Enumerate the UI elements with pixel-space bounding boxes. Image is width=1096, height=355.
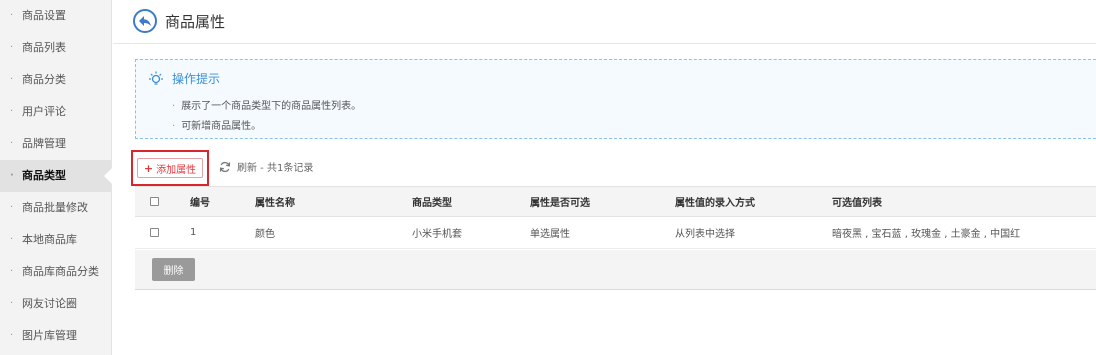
- bullet-icon: ·: [10, 138, 14, 149]
- page-title: 商品属性: [165, 13, 226, 31]
- bullet-icon: ·: [10, 234, 14, 245]
- active-indicator: [104, 168, 112, 184]
- sidebar-item-label: 商品列表: [22, 41, 66, 54]
- bullet-icon: ·: [10, 266, 14, 277]
- sidebar-item-product-type[interactable]: · 商品类型: [0, 160, 112, 192]
- table-header: 编号 属性名称 商品类型 属性是否可选 属性值的录入方式 可选值列表: [135, 186, 1096, 217]
- row-checkbox[interactable]: [150, 228, 159, 237]
- sidebar-item-product-list[interactable]: · 商品列表: [0, 32, 111, 64]
- sidebar-item-brand-management[interactable]: · 品牌管理: [0, 128, 111, 160]
- sidebar-item-label: 商品批量修改: [22, 201, 88, 214]
- sidebar-item-label: 商品库商品分类: [22, 265, 99, 278]
- highlight-box: + 添加属性: [131, 150, 209, 186]
- delete-button[interactable]: 删除: [152, 258, 195, 281]
- table-footer: 删除: [135, 250, 1096, 290]
- sidebar-item-label: 品牌管理: [22, 137, 66, 150]
- bullet-icon: ·: [10, 42, 14, 53]
- column-header: 商品类型: [412, 198, 452, 209]
- sidebar-item-label: 商品分类: [22, 73, 66, 86]
- tips-line: · 可新增商品属性。: [172, 121, 262, 132]
- column-header: 可选值列表: [832, 198, 882, 209]
- table-row[interactable]: 1 颜色 小米手机套 单选属性 从列表中选择 暗夜黑 , 宝石蓝 , 玫瑰金 ,…: [135, 217, 1096, 249]
- select-all-cell: [150, 187, 159, 216]
- bullet-icon: ·: [10, 106, 14, 117]
- bullet-icon: ·: [10, 298, 14, 309]
- plus-icon: +: [143, 161, 154, 175]
- tips-line-text: 展示了一个商品类型下的商品属性列表。: [181, 101, 362, 112]
- sidebar-item-product-settings[interactable]: · 商品设置: [0, 0, 111, 32]
- row-select-cell: [150, 217, 159, 248]
- column-header: 编号: [190, 198, 210, 209]
- sidebar-item-label: 本地商品库: [22, 233, 77, 246]
- page-header: 商品属性: [113, 0, 1096, 44]
- sidebar-item-user-reviews[interactable]: · 用户评论: [0, 96, 111, 128]
- cell-selectable: 单选属性: [530, 229, 570, 240]
- attributes-table: 编号 属性名称 商品类型 属性是否可选 属性值的录入方式 可选值列表 1 颜色 …: [135, 186, 1096, 249]
- toolbar: + 添加属性 刷新 - 共1条记录: [131, 150, 1096, 186]
- cell-values: 暗夜黑 , 宝石蓝 , 玫瑰金 , 土豪金 , 中国红: [832, 229, 1021, 240]
- sidebar-item-label: 图片库管理: [22, 329, 77, 342]
- refresh-button[interactable]: 刷新 - 共1条记录: [219, 159, 313, 174]
- sidebar-item-label: 商品类型: [22, 169, 66, 182]
- cell-input-method: 从列表中选择: [675, 229, 735, 240]
- refresh-icon: [219, 161, 231, 172]
- tips-line: · 展示了一个商品类型下的商品属性列表。: [172, 101, 362, 112]
- sidebar-item-label: 网友讨论圈: [22, 297, 77, 310]
- column-header: 属性是否可选: [530, 198, 590, 209]
- bullet-icon: ·: [10, 330, 14, 341]
- lightbulb-icon: [149, 71, 163, 85]
- tips-header: 操作提示: [148, 70, 220, 87]
- bullet-icon: ·: [10, 170, 14, 181]
- tips-line-text: 可新增商品属性。: [181, 121, 262, 132]
- column-header: 属性值的录入方式: [675, 198, 755, 209]
- add-attribute-label: 添加属性: [156, 164, 197, 176]
- sidebar-item-product-category[interactable]: · 商品分类: [0, 64, 111, 96]
- add-attribute-button[interactable]: + 添加属性: [137, 158, 203, 178]
- select-all-checkbox[interactable]: [150, 197, 159, 206]
- sidebar-item-library-category[interactable]: · 商品库商品分类: [0, 256, 111, 288]
- sidebar-item-local-library[interactable]: · 本地商品库: [0, 224, 111, 256]
- sidebar-item-image-library[interactable]: · 图片库管理: [0, 320, 111, 352]
- cell-type: 小米手机套: [412, 229, 462, 240]
- column-header: 属性名称: [255, 198, 295, 209]
- sidebar: · 商品设置 · 商品列表 · 商品分类 · 用户评论 · 品牌管理 · 商品类型 · 商品批…: [0, 0, 112, 355]
- sidebar-item-discussion[interactable]: · 网友讨论圈: [0, 288, 111, 320]
- main-content: 商品属性 操作提示 · 展示了一个商品类型下的商品属性列表。 · 可新增商品属性。 …: [113, 0, 1096, 355]
- back-arrow-icon[interactable]: [133, 9, 157, 33]
- sidebar-item-label: 商品设置: [22, 9, 66, 22]
- cell-id: 1: [190, 227, 197, 238]
- bullet-icon: ·: [10, 74, 14, 85]
- sidebar-item-label: 用户评论: [22, 105, 66, 118]
- bullet-icon: ·: [10, 202, 14, 213]
- tips-title: 操作提示: [172, 72, 221, 86]
- sidebar-item-batch-edit[interactable]: · 商品批量修改: [0, 192, 111, 224]
- refresh-label: 刷新 - 共1条记录: [237, 163, 314, 174]
- tips-panel: 操作提示 · 展示了一个商品类型下的商品属性列表。 · 可新增商品属性。: [135, 59, 1096, 139]
- bullet-icon: ·: [10, 10, 14, 21]
- cell-name: 颜色: [255, 229, 275, 240]
